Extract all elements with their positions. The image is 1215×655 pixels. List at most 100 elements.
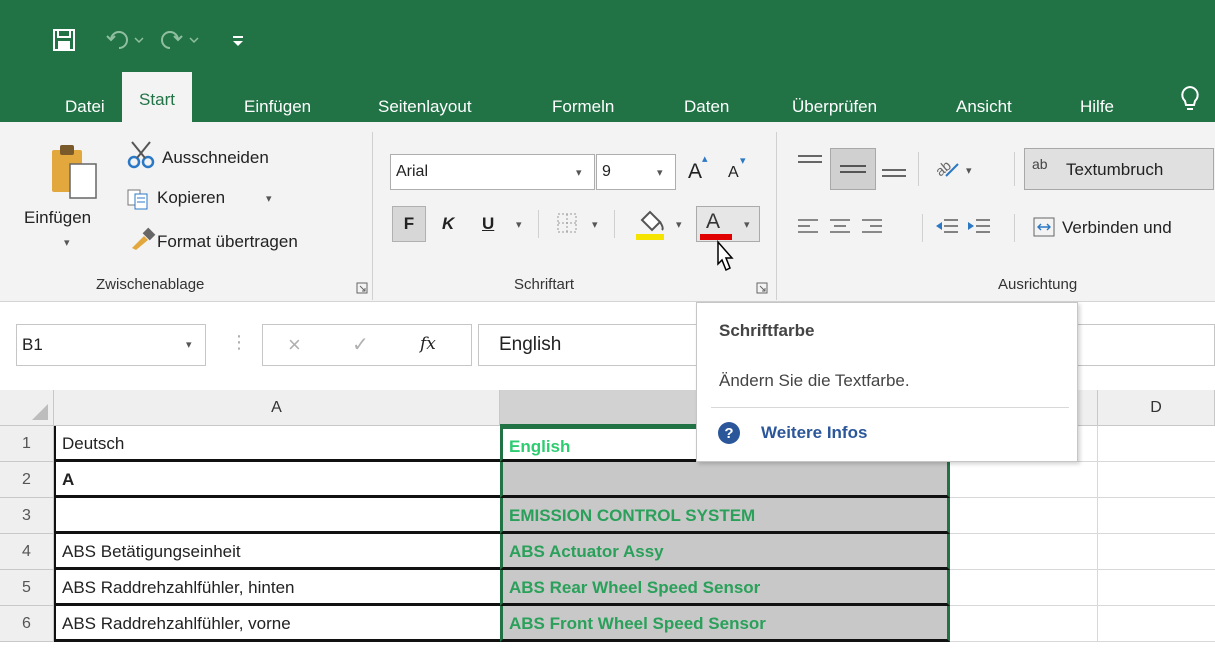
column-header-d[interactable]: D [1098,390,1215,426]
save-icon[interactable] [52,28,76,52]
row-header-4[interactable]: 4 [0,534,54,570]
row-header-3[interactable]: 3 [0,498,54,534]
quick-access-toolbar [0,0,1215,80]
merge-button[interactable]: Verbinden und [1062,218,1172,238]
cell-d5[interactable] [1098,570,1215,606]
grow-font-button[interactable]: A [688,160,702,184]
customize-qat-icon[interactable] [230,30,246,50]
cell-c4[interactable] [950,534,1098,570]
tab-seitenlayout[interactable]: Seitenlayout [378,88,472,122]
undo-icon[interactable] [105,28,145,52]
cell-c3[interactable] [950,498,1098,534]
align-bottom-icon[interactable] [880,156,908,180]
font-separator-2 [614,210,615,238]
align-right-icon[interactable] [860,216,884,238]
font-size-dropdown-icon[interactable]: ▾ [657,166,663,179]
name-box[interactable]: B1 [16,324,206,366]
orientation-icon[interactable]: ab [932,152,962,180]
cell-b5[interactable]: ABS Rear Wheel Speed Sensor [500,570,950,606]
enter-icon[interactable]: ✓ [352,332,369,357]
tab-daten[interactable]: Daten [684,88,729,122]
copy-button[interactable]: Kopieren [157,188,225,208]
underline-button[interactable]: U [482,214,494,234]
cell-d3[interactable] [1098,498,1215,534]
align-separator [918,152,919,186]
underline-dropdown-icon[interactable]: ▾ [516,218,522,231]
cell-b4[interactable]: ABS Actuator Assy [500,534,950,570]
tab-datei[interactable]: Datei [65,88,105,122]
cell-a4[interactable]: ABS Betätigungseinheit [54,534,500,570]
cell-b3[interactable]: EMISSION CONTROL SYSTEM [500,498,950,534]
tab-ueberpruefen[interactable]: Überprüfen [792,88,877,122]
row-header-6[interactable]: 6 [0,606,54,642]
paste-dropdown-icon[interactable]: ▾ [64,236,70,249]
cell-a1[interactable]: Deutsch [54,426,500,462]
tab-start[interactable]: Start [122,72,192,124]
tab-formeln[interactable]: Formeln [552,88,614,122]
wrap-text-label: Textumbruch [1066,160,1164,179]
scissors-icon [127,141,155,169]
align-top-icon[interactable] [796,152,824,176]
row-header-5[interactable]: 5 [0,570,54,606]
cell-b2[interactable] [500,462,950,498]
cell-d4[interactable] [1098,534,1215,570]
align-left-icon[interactable] [796,216,820,238]
cell-d6[interactable] [1098,606,1215,642]
fill-color-dropdown-icon[interactable]: ▾ [676,218,682,231]
align-center-icon[interactable] [828,216,852,238]
font-color-dropdown-icon[interactable]: ▾ [744,218,750,231]
select-all-triangle-icon [32,404,48,420]
cell-d1[interactable] [1098,426,1215,462]
cell-c5[interactable] [950,570,1098,606]
orientation-dropdown-icon[interactable]: ▾ [966,164,972,177]
bold-button[interactable]: F [392,206,426,242]
borders-icon[interactable] [556,212,578,234]
merge-icon [1033,217,1055,237]
font-separator [538,210,539,238]
wrap-text-icon: ab [1032,156,1048,172]
cell-c6[interactable] [950,606,1098,642]
font-name-dropdown-icon[interactable]: ▾ [576,166,582,179]
align-separator-3 [922,214,923,242]
paste-button[interactable]: Einfügen [24,208,91,228]
dialog-launcher-icon[interactable] [356,282,368,294]
paste-icon[interactable] [48,142,100,200]
lightbulb-icon[interactable] [1178,84,1202,114]
copy-dropdown-icon[interactable]: ▾ [266,192,272,205]
tooltip-more-info-link[interactable]: Weitere Infos [761,423,867,443]
cell-b6[interactable]: ABS Front Wheel Speed Sensor [500,606,950,642]
font-group-label: Schriftart [514,276,575,293]
fill-color-icon[interactable] [634,206,668,242]
italic-button[interactable]: K [442,214,454,234]
shrink-font-button[interactable]: A [728,164,739,182]
borders-dropdown-icon[interactable]: ▾ [592,218,598,231]
decrease-indent-icon[interactable] [934,216,960,238]
name-box-dropdown-icon[interactable]: ▾ [186,338,192,351]
cancel-icon[interactable]: × [288,332,301,358]
cut-button[interactable]: Ausschneiden [162,148,269,168]
row-header-2[interactable]: 2 [0,462,54,498]
cell-a3[interactable] [54,498,500,534]
font-dialog-launcher-icon[interactable] [756,282,768,294]
font-size-box[interactable]: 9 [596,154,676,190]
redo-icon[interactable] [160,28,200,52]
cell-c2[interactable] [950,462,1098,498]
cell-d2[interactable] [1098,462,1215,498]
tooltip-title: Schriftfarbe [719,321,815,340]
tab-einfuegen[interactable]: Einfügen [244,88,311,122]
group-separator [372,132,373,300]
increase-indent-icon[interactable] [966,216,992,238]
ribbon-start: Einfügen ▾ Ausschneiden Kopieren ▾ Forma… [0,122,1215,302]
font-color-button[interactable]: A [706,210,720,234]
row-header-1[interactable]: 1 [0,426,54,462]
tab-hilfe[interactable]: Hilfe [1080,88,1114,122]
font-color-tooltip: Schriftfarbe Ändern Sie die Textfarbe. ?… [696,302,1078,462]
tab-ansicht[interactable]: Ansicht [956,88,1012,122]
cell-a2[interactable]: A [54,462,500,498]
font-name-box[interactable]: Arial [390,154,595,190]
cell-a6[interactable]: ABS Raddrehzahlfühler, vorne [54,606,500,642]
format-painter-button[interactable]: Format übertragen [157,232,298,252]
cell-a5[interactable]: ABS Raddrehzahlfühler, hinten [54,570,500,606]
insert-function-button[interactable]: fx [420,334,436,354]
column-header-a[interactable]: A [54,390,500,426]
